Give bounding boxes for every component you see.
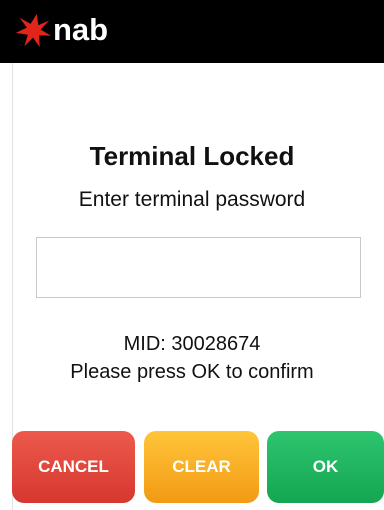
page-title: Terminal Locked xyxy=(89,141,295,171)
nab-star-icon xyxy=(14,12,52,50)
clear-button[interactable]: CLEAR xyxy=(144,431,259,503)
nab-logo: nab xyxy=(14,10,108,52)
brand-text: nab xyxy=(53,11,109,47)
ok-button[interactable]: OK xyxy=(267,431,384,503)
cancel-button[interactable]: CANCEL xyxy=(12,431,135,503)
merchant-id-label: MID: 30028674 xyxy=(123,333,261,355)
password-prompt: Enter terminal password xyxy=(78,188,306,211)
password-input[interactable] xyxy=(36,237,361,298)
header-bar: nab xyxy=(0,0,384,63)
confirm-instruction: Please press OK to confirm xyxy=(70,361,314,383)
